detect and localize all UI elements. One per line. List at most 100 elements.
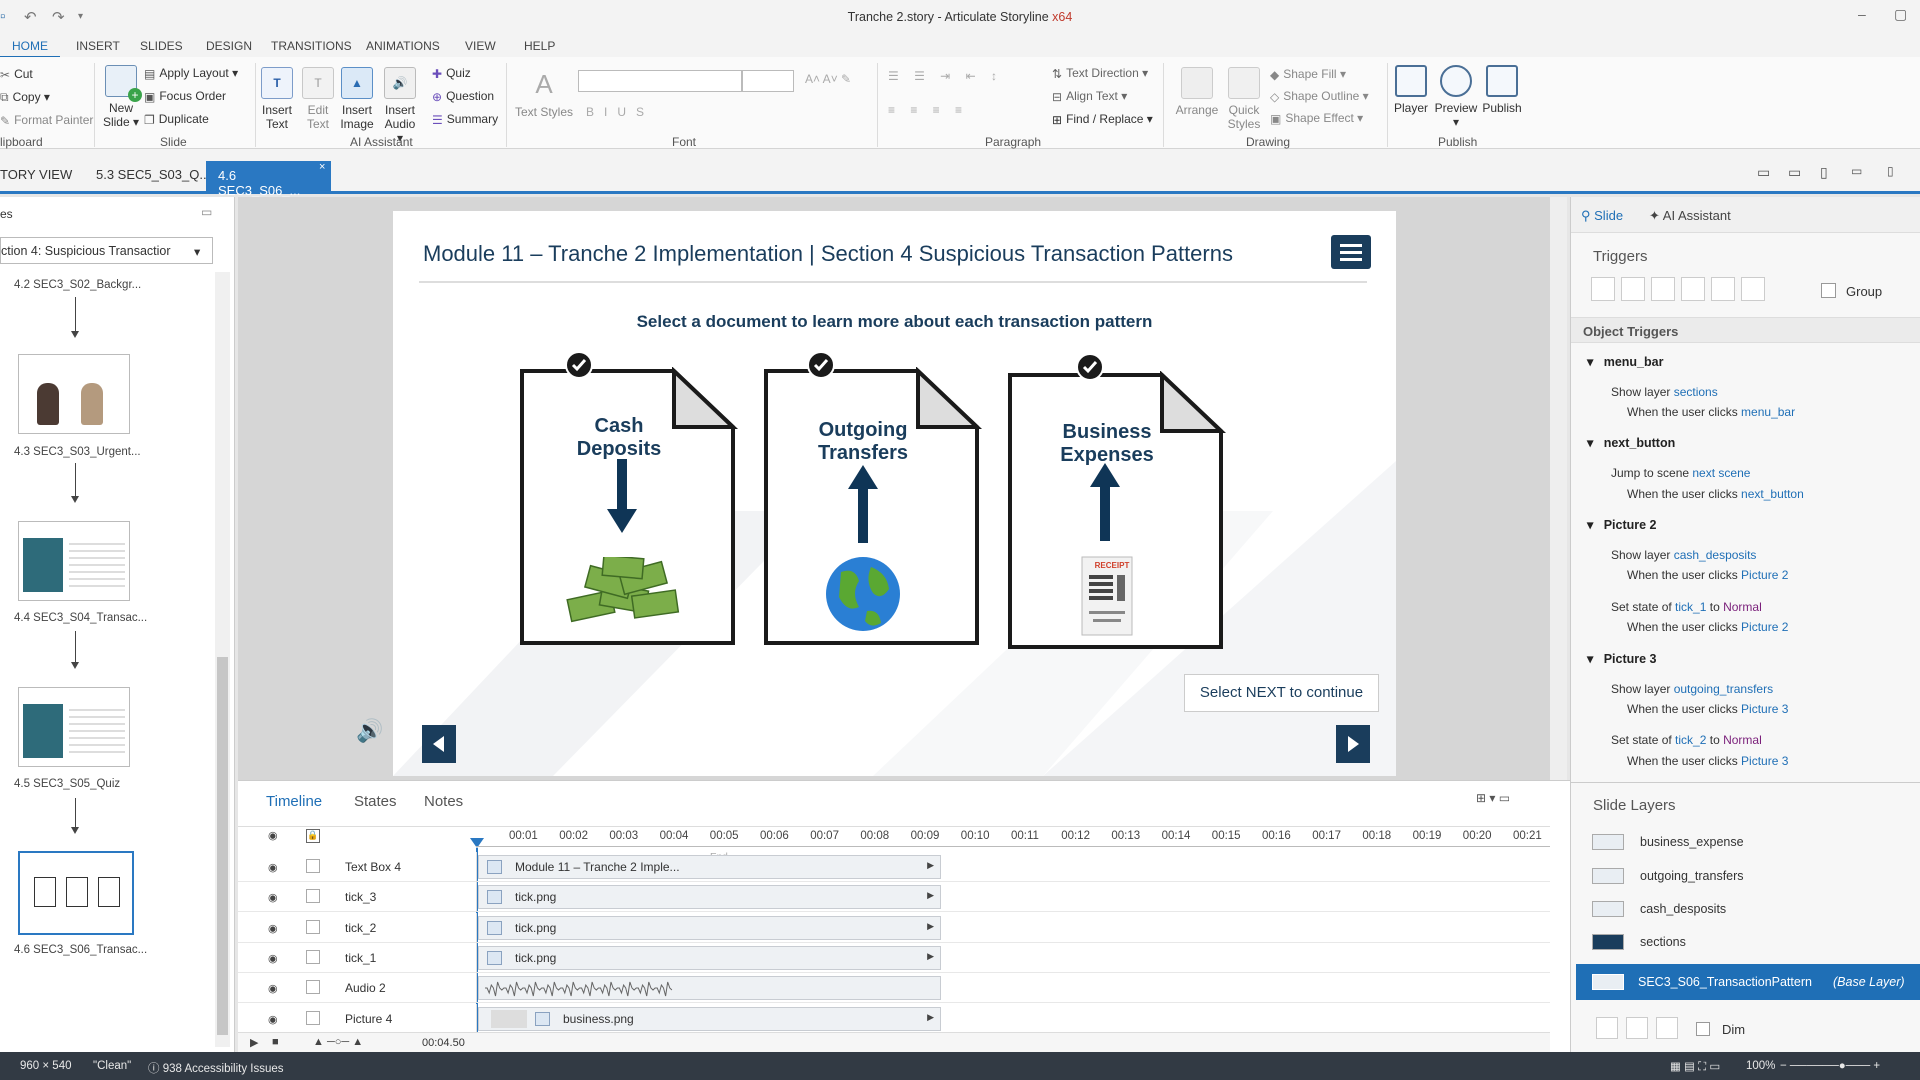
insert-image-button[interactable]: ▲ Insert Image — [339, 67, 375, 131]
tablet-portrait-icon[interactable]: ▯ — [1820, 164, 1828, 181]
tab-ai-assistant[interactable]: ✦ AI Assistant — [1649, 208, 1731, 224]
publish-button[interactable]: Publish — [1480, 65, 1524, 115]
outgoing-transfers-document[interactable]: Outgoing Transfers — [763, 366, 983, 650]
tab-insert[interactable]: INSERT — [76, 39, 120, 53]
slide-thumbnail-4-6[interactable] — [18, 851, 134, 935]
maximize-icon[interactable]: ▢ — [1894, 6, 1907, 23]
focus-order-button[interactable]: ▣ Focus Order — [144, 89, 226, 104]
view-toggle-icons[interactable]: ▦ ▤ ⛶ ▭ — [1670, 1059, 1720, 1074]
insert-audio-button[interactable]: 🔊 Insert Audio ▾ — [380, 67, 420, 145]
tab-view[interactable]: VIEW — [465, 39, 496, 53]
alignment-buttons[interactable]: ≡ ≡ ≡ ≡ — [888, 103, 968, 117]
expand-icon[interactable]: ▶ — [927, 1012, 934, 1023]
apply-layout-button[interactable]: ▤ Apply Layout ▾ — [144, 66, 238, 81]
trigger-action[interactable]: Show layer sections — [1611, 385, 1718, 399]
trigger-object[interactable]: ▾ next_button — [1587, 435, 1675, 450]
lock-checkbox[interactable] — [306, 919, 320, 934]
slide-thumbnail-4-5[interactable] — [18, 687, 130, 767]
duplicate-layer-icon[interactable] — [1626, 1017, 1648, 1039]
edit-trigger-icon[interactable] — [1621, 277, 1645, 301]
doc-tab-4-6[interactable]: 4.6 SEC3_S06_... — [206, 161, 331, 198]
doc-tab-5-3[interactable]: 5.3 SEC5_S03_Q... — [96, 167, 210, 182]
trigger-action[interactable]: Show layer cash_desposits — [1611, 548, 1756, 562]
font-size-select[interactable] — [742, 70, 794, 92]
group-checkbox[interactable] — [1821, 283, 1836, 298]
trigger-object[interactable]: ▾ menu_bar — [1587, 354, 1663, 369]
tab-slide[interactable]: ⚲ Slide — [1581, 208, 1623, 224]
summary-button[interactable]: ☰ Summary — [432, 112, 498, 127]
timeline-row[interactable]: ◉ tick_1 tick.png ▶ — [238, 942, 1550, 973]
expand-icon[interactable]: ▶ — [927, 951, 934, 962]
prev-button[interactable] — [422, 725, 456, 763]
tab-slides[interactable]: SLIDES — [140, 39, 183, 53]
tab-design[interactable]: DESIGN — [206, 39, 252, 53]
story-view-tab[interactable]: TORY VIEW — [0, 167, 72, 182]
trigger-action[interactable]: Set state of tick_1 to Normal — [1611, 600, 1762, 614]
copy-button[interactable]: ⧉ Copy ▾ — [0, 90, 50, 105]
eye-icon[interactable]: ◉ — [268, 861, 278, 874]
timeline-row[interactable]: ◉ Audio 2 — [238, 973, 1550, 1004]
base-layer-item[interactable]: SEC3_S06_TransactionPattern (Base Layer) — [1576, 964, 1920, 1000]
arrange-button[interactable]: Arrange — [1173, 67, 1221, 117]
timeline-options-icon[interactable]: ⊞ ▾ ▭ — [1476, 791, 1510, 805]
speaker-icon[interactable]: 🔊 — [356, 718, 383, 744]
player-button[interactable]: Player — [1391, 65, 1431, 115]
layer-item[interactable]: sections — [1592, 928, 1920, 956]
scrollbar-thumb[interactable] — [217, 657, 228, 1035]
timeline-bar[interactable]: tick.png ▶ — [478, 945, 941, 970]
accessibility-status[interactable]: ⓘ 938 Accessibility Issues — [148, 1060, 284, 1076]
format-painter-button[interactable]: ✎ Format Painter — [0, 113, 93, 128]
new-layer-icon[interactable] — [1596, 1017, 1618, 1039]
new-trigger-icon[interactable] — [1591, 277, 1615, 301]
shape-outline-button[interactable]: ◇ Shape Outline ▾ — [1270, 89, 1369, 104]
slide-thumbnail-4-3[interactable] — [18, 354, 130, 434]
tab-home[interactable]: HOME — [0, 37, 60, 58]
panel-undock-icon[interactable]: ▭ — [201, 205, 212, 219]
lock-checkbox[interactable] — [306, 1010, 320, 1025]
dim-checkbox[interactable] — [1696, 1022, 1710, 1036]
quick-styles-button[interactable]: Quick Styles — [1222, 67, 1266, 131]
menu-bar-button[interactable] — [1331, 235, 1371, 269]
trigger-action[interactable]: Jump to scene next scene — [1611, 466, 1750, 480]
lock-icon[interactable]: 🔒 — [306, 829, 320, 843]
find-replace-button[interactable]: ⊞ Find / Replace ▾ — [1052, 112, 1153, 127]
notes-tab[interactable]: Notes — [424, 793, 463, 810]
expand-icon[interactable]: ▶ — [927, 890, 934, 901]
tablet-landscape-icon[interactable]: ▭ — [1788, 164, 1801, 181]
eye-icon[interactable]: ◉ — [268, 829, 284, 843]
delete-trigger-icon[interactable] — [1711, 277, 1735, 301]
trigger-action[interactable]: Show layer outgoing_transfers — [1611, 682, 1773, 696]
new-slide-button[interactable]: + New Slide ▾ — [101, 65, 142, 129]
reorder-trigger-icon[interactable] — [1741, 277, 1765, 301]
phone-landscape-icon[interactable]: ▭ — [1851, 164, 1862, 178]
trigger-action[interactable]: Set state of tick_2 to Normal — [1611, 733, 1762, 747]
text-styles-button[interactable]: A Text Styles — [514, 69, 574, 119]
slide-thumbnail-4-4[interactable] — [18, 521, 130, 601]
timeline-bar[interactable]: business.png ▶ — [478, 1006, 941, 1031]
timeline-bar[interactable]: Module 11 – Tranche 2 Imple... ▶ — [478, 855, 941, 879]
zoom-slider[interactable]: − ──────●─── + — [1780, 1060, 1880, 1072]
timeline-bar[interactable]: tick.png ▶ — [478, 885, 941, 910]
states-tab[interactable]: States — [354, 793, 397, 810]
zoom-out-icon[interactable]: ▲ ─○─ ▲ — [313, 1036, 363, 1048]
tab-transitions[interactable]: TRANSITIONS — [271, 39, 352, 53]
tab-help[interactable]: HELP — [524, 39, 555, 53]
scrollbar[interactable] — [215, 272, 230, 1047]
trigger-object[interactable]: ▾ Picture 3 — [1587, 651, 1657, 666]
eye-icon[interactable]: ◉ — [268, 982, 278, 995]
edit-text-button[interactable]: T Edit Text — [300, 67, 336, 131]
timeline-row[interactable]: ◉ tick_3 tick.png ▶ — [238, 882, 1550, 913]
lock-checkbox[interactable] — [306, 980, 320, 995]
align-text-button[interactable]: ⊟ Align Text ▾ — [1052, 89, 1127, 104]
duplicate-button[interactable]: ❐ Duplicate — [144, 112, 209, 127]
cash-deposits-document[interactable]: Cash Deposits — [519, 366, 739, 650]
preview-button[interactable]: Preview ▾ — [1434, 65, 1478, 129]
paste-trigger-icon[interactable] — [1681, 277, 1705, 301]
delete-layer-icon[interactable] — [1656, 1017, 1678, 1039]
layer-item[interactable]: outgoing_transfers — [1592, 862, 1920, 890]
grow-shrink-font-icon[interactable]: A˄ A˅ ✎ — [805, 72, 851, 86]
timeline-tab[interactable]: Timeline — [266, 793, 322, 810]
trigger-object[interactable]: ▾ Picture 2 — [1587, 517, 1657, 532]
shape-fill-button[interactable]: ◆ Shape Fill ▾ — [1270, 67, 1346, 82]
minimize-icon[interactable]: – — [1858, 6, 1866, 22]
